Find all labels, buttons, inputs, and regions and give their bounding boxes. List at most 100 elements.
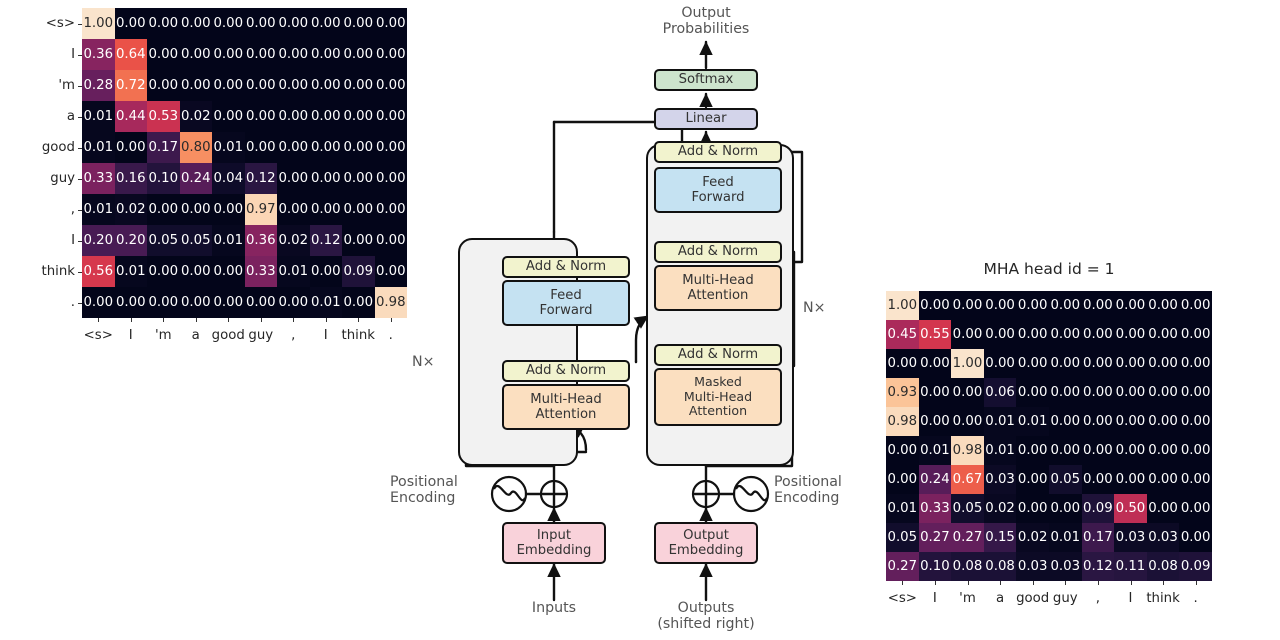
heatmap-cell: 0.00 [1016, 349, 1049, 378]
heatmap-cell: 0.00 [244, 70, 277, 101]
heatmap-cell: 0.00 [309, 256, 342, 287]
heatmap-cell: 0.11 [1114, 552, 1147, 581]
heatmap-cell: 0.00 [983, 291, 1017, 320]
heatmap-cell: 0.56 [82, 256, 115, 287]
x-axis-tick [1097, 581, 1099, 585]
heatmap-x-axis-labels: <s> I'm a good guy, Ithink. [82, 328, 407, 343]
heatmap-cell: 0.08 [1146, 552, 1180, 581]
heatmap-cell: 0.33 [82, 163, 115, 194]
heatmap-cell: 0.00 [1179, 291, 1212, 320]
input-embedding-block[interactable]: Input Embedding [502, 522, 606, 564]
nx-left-label: N× [412, 354, 435, 370]
heatmap-x-tick-label: <s> [887, 591, 917, 606]
heatmap-cell: 0.03 [1016, 552, 1049, 581]
heatmap-cell: 0.00 [277, 163, 310, 194]
decoder-masked-multi-head-attention[interactable]: Masked Multi-Head Attention [654, 368, 782, 426]
heatmap-cell: 0.00 [342, 287, 375, 318]
heatmap-cell: 0.00 [147, 70, 180, 101]
softmax-block[interactable]: Softmax [654, 69, 758, 91]
heatmap-cell: 0.00 [212, 194, 245, 225]
heatmap-cell: 0.02 [277, 225, 310, 256]
heatmap-cell: 0.00 [1081, 436, 1115, 465]
heatmap-cell: 0.00 [1081, 349, 1115, 378]
heatmap-cell: 0.00 [212, 8, 245, 39]
decoder-add-norm-bottom[interactable]: Add & Norm [654, 344, 782, 366]
heatmap-cell: 0.00 [244, 287, 277, 318]
heatmap-cell: 0.00 [1146, 349, 1180, 378]
heatmap-cell: 0.00 [342, 39, 375, 70]
heatmap-cell: 0.17 [147, 132, 180, 163]
heatmap-cell: 0.98 [886, 407, 919, 436]
heatmap-cell: 0.00 [342, 163, 375, 194]
heatmap-cell: 0.06 [983, 378, 1017, 407]
output-embedding-block[interactable]: Output Embedding [654, 522, 758, 564]
heatmap-cell: 0.00 [918, 407, 952, 436]
x-axis-tick [1065, 581, 1067, 585]
heatmap-cell: 0.05 [147, 225, 180, 256]
linear-block[interactable]: Linear [654, 108, 758, 130]
left-attention-heatmap: 1.00 0.00 0.00 0.00 0.00 0.00 0.00 0.00 0.00 0.00… [0, 0, 420, 360]
x-axis-tick [98, 318, 100, 322]
heatmap-cell: 0.02 [1016, 523, 1049, 552]
heatmap-cell: 0.36 [82, 39, 115, 70]
heatmap-cell: 0.03 [983, 465, 1017, 494]
heatmap-cell: 0.00 [1146, 407, 1180, 436]
heatmap-cell: 0.00 [212, 39, 245, 70]
heatmap-cell: 0.00 [1114, 436, 1147, 465]
heatmap-cell: 0.00 [244, 39, 277, 70]
heatmap-y-tick-label: . [70, 295, 75, 310]
heatmap-x-tick-label: 'm [154, 328, 172, 343]
heatmap-x-tick-label: . [1193, 591, 1198, 606]
decoder-add-norm-top[interactable]: Add & Norm [654, 141, 782, 163]
heatmap-x-tick-label: , [1095, 591, 1100, 606]
heatmap-cell: 0.00 [1114, 407, 1147, 436]
heatmap-cell: 0.02 [983, 494, 1017, 523]
heatmap-cell: 0.04 [212, 163, 245, 194]
heatmap-cell: 0.00 [1179, 349, 1212, 378]
heatmap-cell: 0.01 [1048, 523, 1082, 552]
heatmap-cell: 0.00 [212, 287, 245, 318]
heatmap-cell: 0.10 [147, 163, 180, 194]
heatmap-x-tick-label: guy [1052, 591, 1078, 606]
heatmap-cell: 0.09 [1081, 494, 1115, 523]
heatmap-cell: 0.00 [309, 101, 342, 132]
heatmap-cell: 0.33 [244, 256, 277, 287]
heatmap-cell: 0.12 [1081, 552, 1115, 581]
heatmap-y-tick-label: good [41, 140, 75, 155]
heatmap-cell: 0.28 [82, 70, 115, 101]
heatmap-x-tick-label: <s> [83, 328, 113, 343]
encoder-add-norm-bottom[interactable]: Add & Norm [502, 360, 630, 382]
heatmap-cell: 0.00 [1048, 494, 1082, 523]
heatmap-cell: 0.00 [1146, 494, 1180, 523]
heatmap-grid: 1.00 0.00 0.00 0.00 0.00 0.00 0.00 0.00 0.00 0.00… [886, 291, 1212, 581]
encoder-add-norm-top[interactable]: Add & Norm [502, 256, 630, 278]
heatmap-x-tick-label: good [211, 328, 245, 343]
encoder-feed-forward[interactable]: Feed Forward [502, 280, 630, 326]
heatmap-x-tick-label: 'm [959, 591, 976, 606]
decoder-feed-forward[interactable]: Feed Forward [654, 167, 782, 213]
heatmap-title: MHA head id = 1 [983, 260, 1115, 278]
heatmap-y-tick-label: a [66, 109, 75, 124]
x-axis-tick [1163, 581, 1165, 585]
heatmap-y-tick-label: think [41, 264, 75, 279]
heatmap-cell: 0.44 [114, 101, 147, 132]
heatmap-cell: 0.00 [277, 101, 310, 132]
decoder-multi-head-attention[interactable]: Multi-Head Attention [654, 265, 782, 311]
heatmap-cell: 0.15 [983, 523, 1017, 552]
heatmap-y-tick-label: I [71, 233, 75, 248]
heatmap-cell: 0.27 [918, 523, 952, 552]
decoder-add-norm-middle[interactable]: Add & Norm [654, 241, 782, 263]
heatmap-cell: 0.00 [147, 39, 180, 70]
heatmap-cell: 0.72 [114, 70, 147, 101]
heatmap-cell: 0.00 [277, 39, 310, 70]
heatmap-x-tick-label: , [291, 328, 296, 343]
x-axis-tick [260, 318, 262, 322]
heatmap-cell: 0.00 [179, 8, 212, 39]
heatmap-grid: 1.00 0.00 0.00 0.00 0.00 0.00 0.00 0.00 0.00 0.00… [82, 8, 407, 318]
heatmap-y-tick-label: I [71, 47, 75, 62]
encoder-multi-head-attention[interactable]: Multi-Head Attention [502, 384, 630, 430]
heatmap-cell: 0.00 [1146, 291, 1180, 320]
heatmap-cell: 0.00 [277, 8, 310, 39]
heatmap-cell: 0.01 [82, 132, 115, 163]
x-axis-tick [1130, 581, 1132, 585]
